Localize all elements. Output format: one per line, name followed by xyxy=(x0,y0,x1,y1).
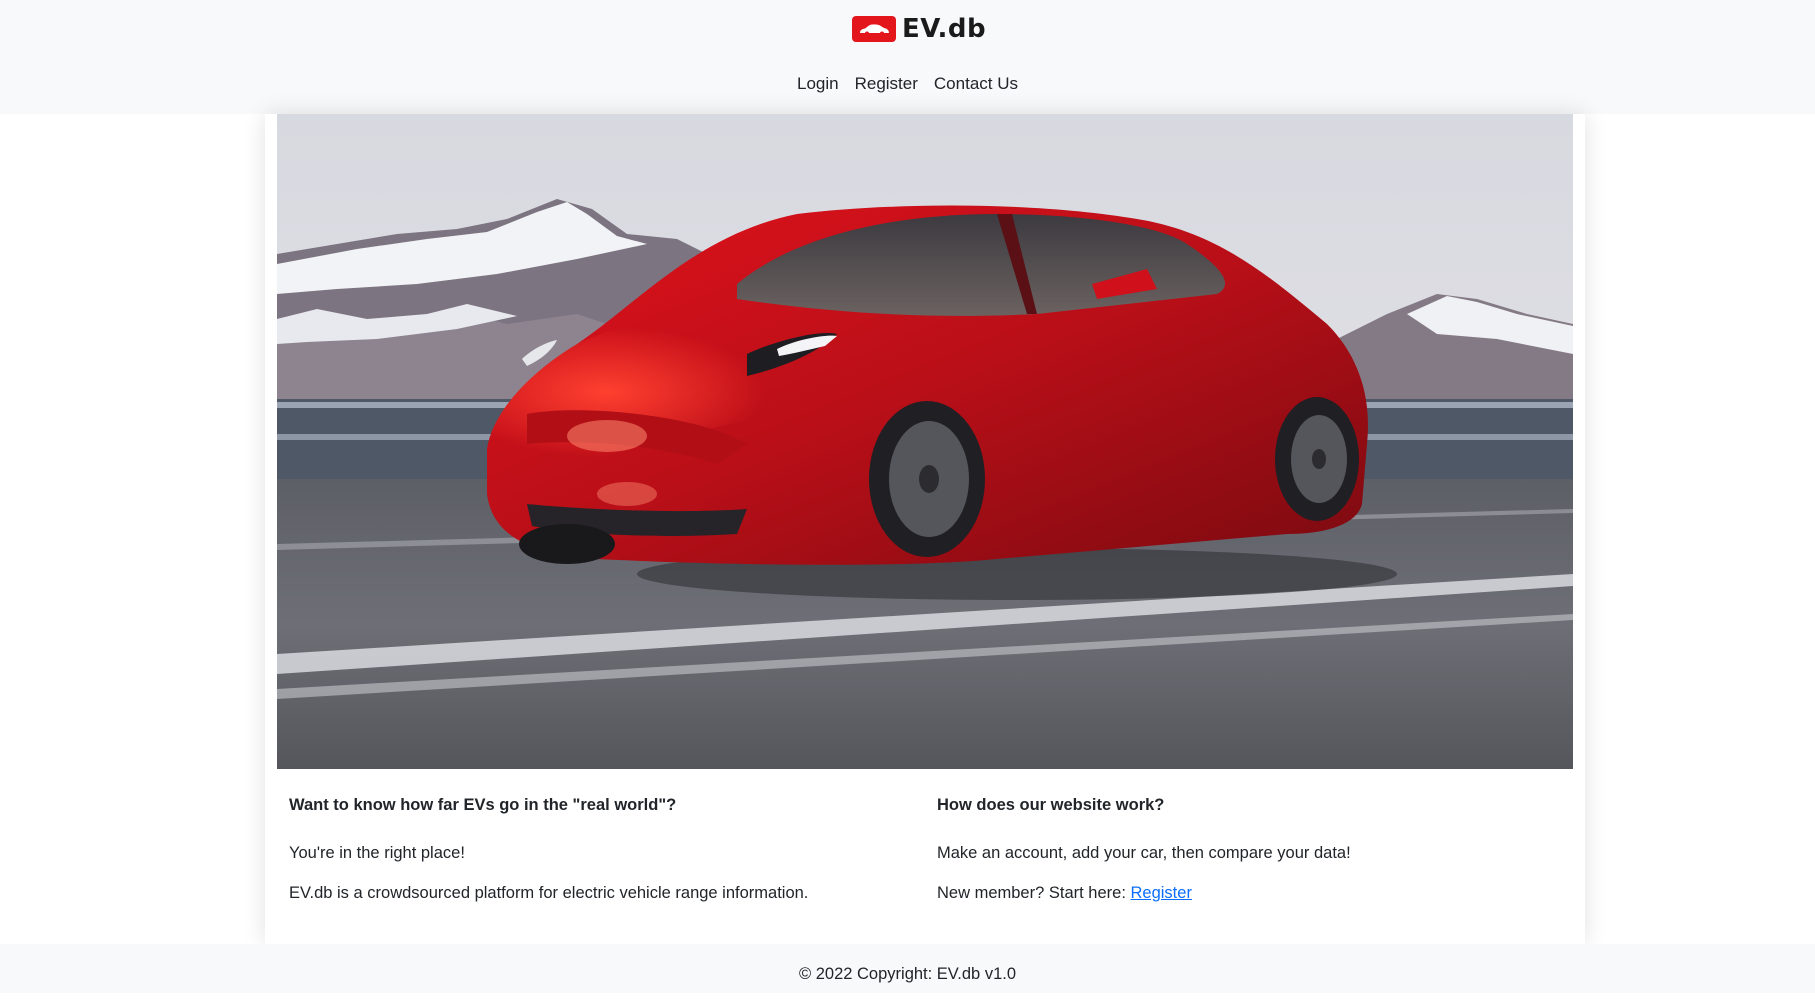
left-heading: Want to know how far EVs go in the "real… xyxy=(289,796,677,814)
nav-contact-link[interactable]: Contact Us xyxy=(934,74,1018,94)
car-icon xyxy=(852,16,896,42)
right-line-1: Make an account, add your car, then comp… xyxy=(937,844,1351,862)
register-prompt-text: New member? Start here: xyxy=(937,884,1131,902)
register-link[interactable]: Register xyxy=(1131,884,1192,902)
site-header: EV.db Login Register Contact Us xyxy=(0,0,1815,114)
right-heading: How does our website work? xyxy=(937,796,1165,814)
main-container: Want to know how far EVs go in the "real… xyxy=(265,114,1585,944)
main-nav: Login Register Contact Us xyxy=(0,74,1815,94)
brand-name: EV.db xyxy=(902,14,987,44)
copyright-text: © 2022 Copyright: EV.db v1.0 xyxy=(798,965,1017,983)
nav-login-link[interactable]: Login xyxy=(797,74,839,94)
left-line-1: You're in the right place! xyxy=(289,844,465,862)
site-footer: © 2022 Copyright: EV.db v1.0 xyxy=(0,944,1815,993)
brand-logo-link[interactable]: EV.db xyxy=(852,14,986,44)
nav-register-link[interactable]: Register xyxy=(855,74,918,94)
hero-image xyxy=(277,114,1573,769)
right-line-2: New member? Start here: Register xyxy=(937,884,1192,903)
left-line-2: EV.db is a crowdsourced platform for ele… xyxy=(289,884,809,902)
